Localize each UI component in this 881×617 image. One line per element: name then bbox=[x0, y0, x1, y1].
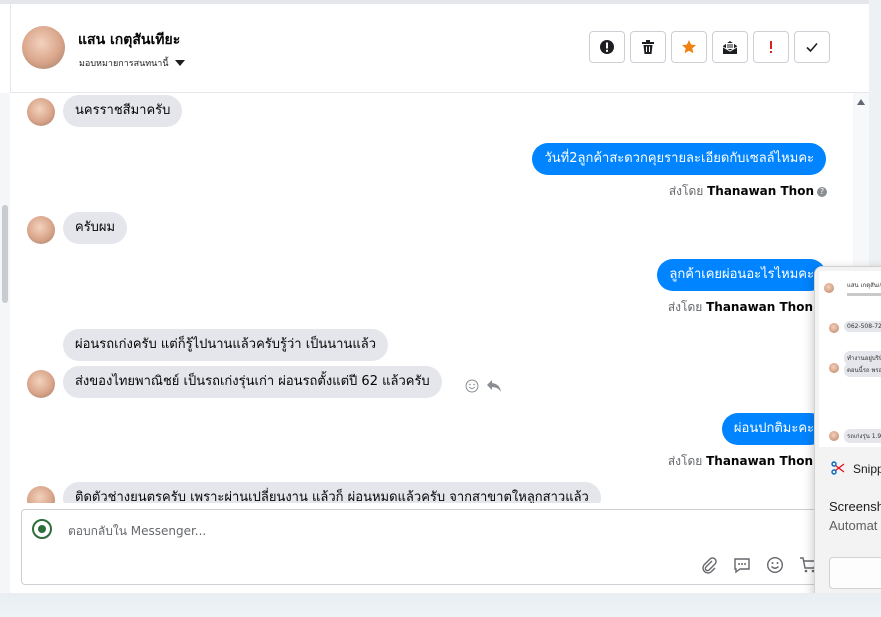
outgoing-message[interactable]: ผ่อนปกติมะคะ bbox=[721, 413, 826, 445]
thumb-avatar bbox=[829, 363, 839, 373]
paperclip-icon bbox=[702, 557, 717, 574]
left-scrollbar[interactable] bbox=[0, 93, 10, 593]
snip-message-line1: Screensh bbox=[829, 499, 881, 514]
emoji-button[interactable] bbox=[764, 554, 786, 576]
scissors-icon bbox=[831, 461, 845, 475]
mark-done-button[interactable] bbox=[794, 31, 830, 63]
snip-action-button[interactable] bbox=[829, 557, 881, 589]
page-logo-avatar bbox=[32, 519, 52, 539]
smiley-icon bbox=[766, 556, 784, 574]
sent-by-label: ส่งโดย Thanawan Thon bbox=[668, 452, 813, 471]
checkmark-icon bbox=[806, 42, 818, 53]
thumb-line bbox=[847, 293, 881, 296]
envelope-open-icon bbox=[722, 41, 738, 54]
sender-name: Thanawan Thon bbox=[706, 300, 813, 314]
scroll-up-icon[interactable] bbox=[857, 99, 865, 105]
assign-label: มอบหมายการสนทนานี้ bbox=[79, 59, 169, 69]
reply-composer bbox=[21, 509, 853, 585]
incoming-message[interactable]: ผ่อนรถเก่งครับ แต่ก็รู้ไปนานแล้วครับรู้ว… bbox=[63, 329, 389, 361]
sender-avatar bbox=[27, 370, 55, 398]
react-smiley-icon[interactable] bbox=[465, 379, 479, 393]
header-actions bbox=[589, 31, 830, 63]
reply-input[interactable] bbox=[66, 520, 670, 542]
sent-by-prefix: ส่งโดย bbox=[667, 454, 703, 468]
conversation-header: แสน เกตุสันเทียะ มอบหมายการสนทนานี้ bbox=[10, 4, 869, 93]
star-button[interactable] bbox=[671, 31, 707, 63]
incoming-message[interactable]: ครับผม bbox=[63, 212, 128, 244]
sender-avatar bbox=[27, 216, 55, 244]
screenshot-thumbnail[interactable]: แสน เกตุสันเทีย 062-508-7206 ทำงานอยู่บร… bbox=[819, 271, 881, 447]
thumb-bubble: รถเก่งรุ่น 1.9 bbox=[844, 429, 881, 443]
thumb-avatar bbox=[829, 431, 839, 441]
thumb-avatar bbox=[829, 323, 839, 333]
sender-avatar bbox=[27, 98, 55, 126]
saved-replies-button[interactable] bbox=[731, 554, 753, 576]
mark-unread-button[interactable] bbox=[712, 31, 748, 63]
scroll-thumb[interactable] bbox=[2, 205, 8, 303]
follow-up-button[interactable] bbox=[753, 31, 789, 63]
outgoing-message[interactable]: ลูกค้าเคยผ่อนอะไรไหมคะ bbox=[657, 259, 826, 291]
snipping-tool-notification[interactable]: แสน เกตุสันเทีย 062-508-7206 ทำงานอยู่บร… bbox=[814, 266, 881, 604]
caret-down-icon bbox=[174, 60, 185, 66]
desktop-taskbar-edge bbox=[0, 593, 881, 617]
exclamation-circle-icon bbox=[600, 40, 614, 54]
snip-message-line2: Automat bbox=[829, 518, 878, 533]
trash-icon bbox=[642, 40, 654, 54]
thumb-avatar bbox=[824, 283, 834, 293]
sent-by-prefix: ส่งโดย bbox=[667, 300, 703, 314]
sent-by-prefix: ส่งโดย bbox=[668, 184, 704, 198]
contact-avatar[interactable] bbox=[22, 26, 65, 69]
incoming-message[interactable]: ส่งของไทยพาณิชย์ เป็นรถเก่งรุ่นเก่า ผ่อน… bbox=[63, 366, 442, 398]
attach-button[interactable] bbox=[698, 554, 720, 576]
incoming-message[interactable]: นครราชสีมาครับ bbox=[63, 95, 183, 127]
sender-name: Thanawan Thon bbox=[706, 454, 813, 468]
outgoing-message[interactable]: วันที่2ลูกค้าสะดวกคุยรายละเอียดกับเซลล์ไ… bbox=[532, 143, 826, 175]
thumb-title: แสน เกตุสันเทีย bbox=[847, 282, 881, 289]
assign-conversation-dropdown[interactable]: มอบหมายการสนทนานี้ bbox=[79, 56, 185, 70]
thumb-bubble: ตอนนี้รถ พรอ bbox=[844, 363, 881, 377]
thumb-bubble: 062-508-7206 bbox=[844, 321, 881, 332]
delete-button[interactable] bbox=[630, 31, 666, 63]
snip-app-name: Snipp bbox=[853, 462, 881, 476]
incoming-message[interactable]: ติดตัวช่างยนตรครับ เพราะผ่านเปลี่ยนงาน แ… bbox=[63, 482, 601, 503]
reply-arrow-icon[interactable] bbox=[486, 379, 502, 393]
contact-name[interactable]: แสน เกตุสันเทียะ bbox=[78, 29, 180, 51]
composer-tools bbox=[698, 554, 819, 576]
message-list: นครราชสีมาครับ วันที่2ลูกค้าสะดวกคุยรายล… bbox=[10, 93, 853, 503]
sender-name: Thanawan Thon bbox=[707, 184, 814, 198]
sent-by-label: ส่งโดย Thanawan Thon bbox=[668, 298, 813, 317]
sent-by-label: ส่งโดย Thanawan Thon? bbox=[669, 182, 827, 201]
chat-bubble-icon bbox=[734, 558, 750, 574]
exclamation-icon bbox=[770, 41, 772, 53]
star-icon bbox=[682, 40, 696, 54]
inbox-conversation-window: แสน เกตุสันเทียะ มอบหมายการสนทนานี้ นครร… bbox=[0, 0, 869, 593]
sender-avatar bbox=[27, 486, 55, 503]
mark-spam-button[interactable] bbox=[589, 31, 625, 63]
help-icon[interactable]: ? bbox=[817, 187, 827, 197]
